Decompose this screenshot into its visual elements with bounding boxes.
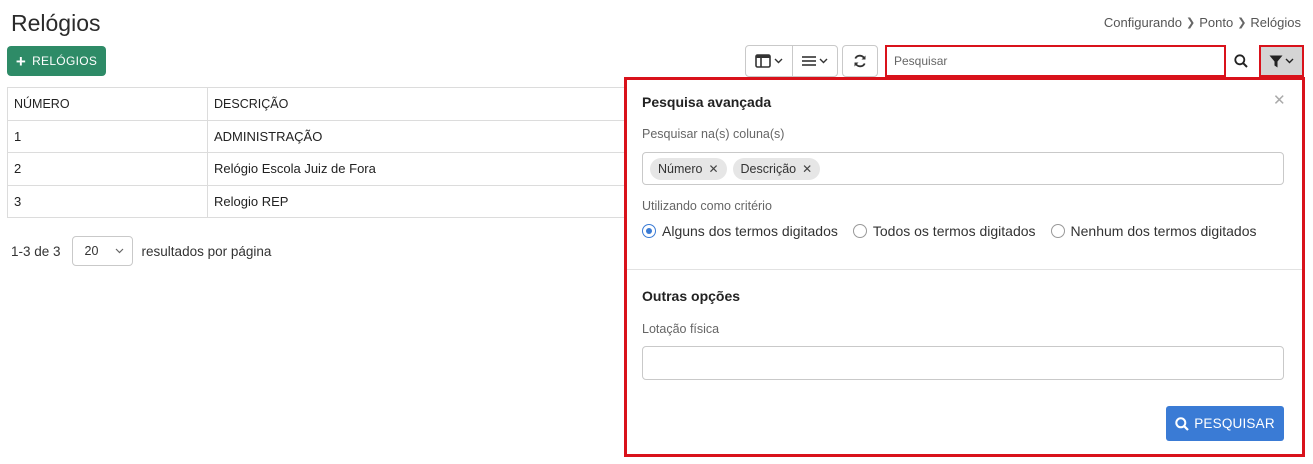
radio-unchecked-icon[interactable] [1050, 224, 1065, 238]
cell-numero: 1 [7, 119, 208, 153]
lotacao-label: Lotação física [642, 322, 720, 336]
cell-numero: 2 [7, 152, 208, 186]
page-size-suffix: resultados por página [141, 243, 272, 259]
columns-icon [754, 54, 771, 68]
columns-label: Pesquisar na(s) coluna(s) [642, 127, 785, 141]
column-header-descricao[interactable]: DESCRIÇÃO [207, 87, 647, 121]
column-chip-numero: Número ✕ [650, 157, 727, 180]
criteria-option-label: Alguns dos termos digitados [662, 223, 838, 239]
breadcrumb-item-relogios: Relógios [1250, 15, 1301, 30]
criteria-option-todos[interactable]: Todos os termos digitados [852, 223, 1036, 239]
criteria-option-label: Nenhum dos termos digitados [1070, 223, 1257, 239]
relogios-table: NÚMERO DESCRIÇÃO 1 ADMINISTRAÇÃO 2 Relóg… [7, 87, 647, 218]
chip-label: Descrição [740, 161, 797, 176]
advanced-filter-button[interactable] [1259, 45, 1304, 77]
criteria-label: Utilizando como critério [642, 199, 772, 213]
search-input[interactable] [887, 47, 1224, 75]
density-toggle-button[interactable] [791, 46, 838, 76]
columns-toggle-button[interactable] [746, 46, 792, 76]
lotacao-field[interactable] [642, 346, 1284, 380]
cell-descricao: Relógio Escola Juiz de Fora [207, 152, 647, 186]
chevron-right-icon: ❯ [1185, 17, 1196, 29]
chevron-down-icon [774, 58, 783, 64]
search-icon [1234, 54, 1248, 68]
advanced-search-title: Pesquisa avançada [642, 94, 772, 110]
table-row[interactable]: 2 Relógio Escola Juiz de Fora [7, 152, 647, 186]
section-divider [627, 269, 1302, 270]
cell-descricao: Relogio REP [207, 184, 647, 218]
chevron-down-icon [819, 58, 828, 64]
cell-numero: 3 [7, 184, 208, 218]
pesquisar-label: PESQUISAR [1194, 416, 1275, 431]
radio-unchecked-icon[interactable] [852, 224, 867, 238]
remove-chip-icon[interactable]: ✕ [802, 162, 812, 176]
advanced-search-panel: Pesquisa avançada ✕ Pesquisar na(s) colu… [624, 77, 1305, 457]
refresh-button[interactable] [842, 45, 878, 77]
plus-icon: + [15, 51, 27, 71]
radio-checked-icon[interactable] [642, 224, 656, 238]
breadcrumb: Configurando ❯ Ponto ❯ Relógios [1104, 15, 1301, 30]
view-options-group [745, 45, 838, 77]
criteria-radio-group: Alguns dos termos digitados Todos os ter… [642, 223, 1257, 239]
other-options-title: Outras opções [642, 288, 741, 304]
chip-label: Número [658, 161, 703, 176]
table-row[interactable]: 1 ADMINISTRAÇÃO [7, 119, 647, 153]
page-title: Relógios [11, 10, 101, 36]
cell-descricao: ADMINISTRAÇÃO [207, 119, 647, 153]
breadcrumb-item-ponto[interactable]: Ponto [1199, 15, 1233, 30]
page-size-select[interactable]: 20 [71, 236, 133, 266]
pagination: 1-3 de 3 20 resultados por página [11, 236, 271, 266]
pagination-range: 1-3 de 3 [11, 243, 61, 259]
pesquisar-button[interactable]: PESQUISAR [1166, 406, 1284, 441]
table-row[interactable]: 3 Relogio REP [7, 184, 647, 218]
columns-multiselect[interactable]: Número ✕ Descrição ✕ [642, 152, 1284, 185]
breadcrumb-item-configurando[interactable]: Configurando [1104, 15, 1182, 30]
criteria-option-nenhum[interactable]: Nenhum dos termos digitados [1050, 223, 1257, 239]
page-size-value: 20 [84, 244, 99, 258]
criteria-option-label: Todos os termos digitados [872, 223, 1036, 239]
criteria-option-alguns[interactable]: Alguns dos termos digitados [642, 223, 838, 239]
add-relogio-button[interactable]: + RELÓGIOS [7, 46, 106, 76]
search-input-wrapper [885, 45, 1226, 77]
search-button[interactable] [1226, 45, 1256, 77]
chevron-down-icon [115, 248, 123, 254]
search-icon [1175, 416, 1189, 431]
chevron-down-icon [1285, 58, 1294, 64]
remove-chip-icon[interactable]: ✕ [708, 162, 718, 176]
refresh-icon [854, 54, 866, 68]
list-icon [801, 56, 816, 66]
column-chip-descricao: Descrição ✕ [732, 157, 821, 180]
filter-icon [1269, 55, 1283, 67]
table-header-row: NÚMERO DESCRIÇÃO [7, 87, 647, 121]
close-icon[interactable]: ✕ [1273, 91, 1286, 109]
add-relogio-label: RELÓGIOS [32, 54, 98, 68]
chevron-right-icon: ❯ [1237, 17, 1247, 29]
column-header-numero[interactable]: NÚMERO [7, 87, 208, 121]
